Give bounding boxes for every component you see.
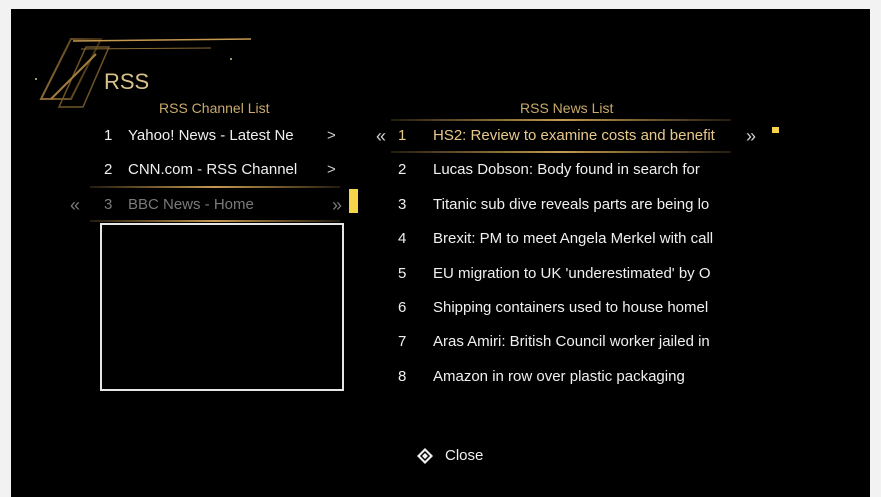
- news-item-number: 4: [398, 230, 407, 247]
- news-item-label: EU migration to UK 'underestimated' by O: [433, 265, 711, 282]
- channel-list-heading: RSS Channel List: [159, 100, 270, 116]
- news-list-heading: RSS News List: [520, 100, 614, 116]
- news-item-number: 1: [398, 127, 407, 144]
- news-item-label: Amazon in row over plastic packaging: [433, 368, 685, 385]
- channel-item-label: BBC News - Home: [128, 196, 254, 213]
- close-label: Close: [445, 447, 484, 464]
- double-chevron-right-icon: »: [332, 195, 343, 215]
- news-item-6[interactable]: 6 Shipping containers used to house home…: [398, 293, 748, 323]
- channel-preview-box: [100, 223, 344, 391]
- channel-item-label: CNN.com - RSS Channel: [128, 161, 298, 178]
- channel-item-number: 3: [104, 196, 113, 213]
- news-item-number: 5: [398, 265, 407, 282]
- channel-item-2[interactable]: 2 CNN.com - RSS Channel >: [104, 155, 344, 185]
- double-chevron-right-icon: »: [746, 126, 757, 146]
- channel-item-1[interactable]: 1 Yahoo! News - Latest Ne >: [104, 121, 344, 151]
- channel-selection-top-rule: [90, 186, 340, 188]
- news-item-number: 3: [398, 196, 407, 213]
- news-item-3[interactable]: 3 Titanic sub dive reveals parts are bei…: [398, 190, 748, 220]
- news-item-label: Aras Amiri: British Council worker jaile…: [433, 333, 710, 350]
- news-item-4[interactable]: 4 Brexit: PM to meet Angela Merkel with …: [398, 224, 748, 254]
- news-item-label: Titanic sub dive reveals parts are being…: [433, 196, 710, 213]
- news-item-8[interactable]: 8 Amazon in row over plastic packaging: [398, 362, 748, 392]
- channel-item-label: Yahoo! News - Latest Ne: [128, 127, 294, 144]
- channel-item-3-selected[interactable]: « 3 BBC News - Home »: [70, 190, 344, 220]
- news-scrollbar[interactable]: [772, 127, 779, 133]
- double-chevron-left-icon: «: [70, 195, 81, 215]
- news-item-number: 2: [398, 161, 407, 178]
- double-chevron-left-icon: «: [376, 126, 387, 146]
- chevron-right-icon: >: [327, 127, 336, 144]
- channel-selection-bottom-rule: [90, 220, 340, 222]
- dpad-icon: [417, 448, 433, 464]
- news-item-number: 7: [398, 333, 407, 350]
- news-item-7[interactable]: 7 Aras Amiri: British Council worker jai…: [398, 327, 748, 357]
- chevron-right-icon: >: [327, 161, 336, 178]
- news-item-1-selected[interactable]: « 1 HS2: Review to examine costs and ben…: [376, 121, 756, 151]
- news-item-number: 6: [398, 299, 407, 316]
- news-selection-bottom-rule: [391, 151, 731, 153]
- news-item-2[interactable]: 2 Lucas Dobson: Body found in search for: [398, 155, 748, 185]
- news-item-label: Brexit: PM to meet Angela Merkel with ca…: [433, 230, 714, 247]
- channel-item-number: 1: [104, 127, 113, 144]
- news-item-label: Shipping containers used to house homel: [433, 299, 709, 316]
- page-title: RSS: [104, 69, 150, 94]
- news-item-number: 8: [398, 368, 407, 385]
- tv-screen: RSS RSS Channel List RSS News List 1 Yah…: [11, 9, 870, 497]
- channel-item-number: 2: [104, 161, 113, 178]
- news-item-5[interactable]: 5 EU migration to UK 'underestimated' by…: [398, 259, 748, 289]
- news-item-label: Lucas Dobson: Body found in search for: [433, 161, 700, 178]
- news-item-label: HS2: Review to examine costs and benefit: [433, 127, 715, 144]
- channel-scrollbar[interactable]: [349, 189, 358, 213]
